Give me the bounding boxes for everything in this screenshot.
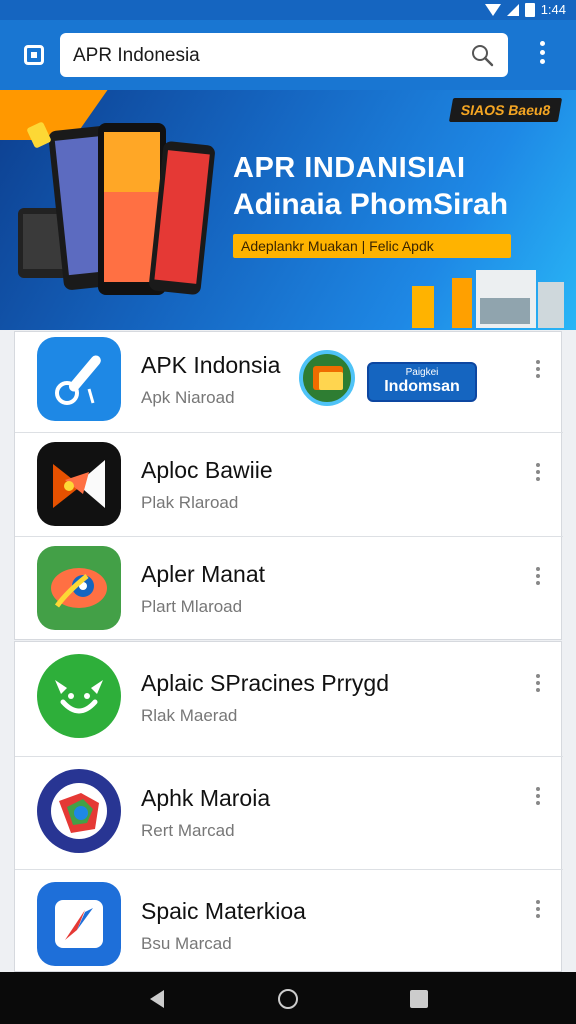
wifi-icon	[484, 3, 501, 16]
more-options-icon[interactable]	[533, 463, 543, 485]
phones-illustration-icon	[18, 122, 215, 295]
app-subtitle: Rert Marcad	[141, 821, 235, 840]
banner-title: APR INDANISIAI	[233, 152, 466, 184]
banner-subtitle: Adinaia PhomSirah	[233, 188, 509, 221]
recents-icon[interactable]	[410, 990, 428, 1008]
battery-icon	[524, 2, 535, 17]
search-icon[interactable]	[470, 43, 494, 67]
app-subtitle: Apk Niaroad	[141, 388, 235, 407]
wrench-app-icon	[37, 337, 121, 421]
app-subtitle: Rlak Maerad	[141, 706, 238, 725]
list-item[interactable]: Aplaic SPracines Prrygd Rlak Maerad	[15, 642, 563, 756]
home-circle-icon[interactable]	[278, 989, 298, 1009]
app-name: Aphk Maroia	[141, 785, 271, 811]
list-item[interactable]: Apler Manat Plart Mlaroad	[15, 536, 563, 641]
app-card-group: APK Indonsia Apk Niaroad Paigkei Indomsa…	[14, 331, 563, 641]
banner-badge: SIAOS Baeu8	[448, 98, 563, 122]
signal-icon	[506, 3, 519, 16]
eye-app-icon	[37, 546, 121, 630]
app-name: Apler Manat	[141, 561, 266, 587]
circle-logo-icon	[299, 350, 355, 406]
promo-small-text: Paigkei	[405, 367, 439, 378]
promo-banner[interactable]: SIAOS Baeu8 APR INDANISIAI Adinaia PhomS…	[0, 90, 576, 330]
compass-app-icon	[37, 882, 121, 966]
more-options-icon[interactable]	[533, 900, 543, 922]
bird-app-icon	[37, 442, 121, 526]
home-icon[interactable]	[24, 45, 44, 65]
smile-app-icon	[37, 654, 121, 738]
map-app-icon	[37, 769, 121, 853]
list-item[interactable]: Aploc Bawiie Plak Rlaroad	[15, 432, 563, 536]
system-nav-bar	[0, 972, 576, 1024]
app-subtitle: Plak Rlaroad	[141, 493, 239, 512]
list-item[interactable]: Spaic Materkioa Bsu Marcad	[15, 869, 563, 973]
back-icon[interactable]	[150, 990, 164, 1008]
promo-big-text: Indomsan	[384, 378, 460, 395]
list-item[interactable]: Aphk Maroia Rert Marcad	[15, 756, 563, 869]
banner-cta-button[interactable]: Adeplankr Muakan | Felic Apdk	[233, 234, 511, 258]
search-query: APR Indonesia	[73, 45, 200, 66]
more-options-icon[interactable]	[533, 674, 543, 696]
app-subtitle: Bsu Marcad	[141, 934, 232, 953]
more-options-icon[interactable]	[533, 787, 543, 809]
app-name: Spaic Materkioa	[141, 898, 306, 924]
status-time: 1:44	[540, 2, 566, 17]
app-subtitle: Plart Mlaroad	[141, 597, 243, 616]
app-bar: APR Indonesia	[0, 20, 576, 90]
app-name: Aplaic SPracines Prrygd	[141, 670, 389, 696]
overflow-menu-icon[interactable]	[532, 41, 552, 69]
app-card-group: Aplaic SPracines Prrygd Rlak Maerad Aphk…	[14, 641, 563, 973]
list-item[interactable]: APK Indonsia Apk Niaroad Paigkei Indomsa…	[15, 332, 563, 432]
boxes-illustration-icon	[412, 270, 564, 328]
app-name: APK Indonsia	[141, 352, 281, 378]
search-input[interactable]: APR Indonesia	[60, 33, 508, 77]
more-options-icon[interactable]	[533, 360, 543, 382]
app-name: Aploc Bawiie	[141, 457, 273, 483]
status-bar: 1:44	[0, 0, 576, 20]
status-icons: 1:44	[484, 2, 566, 17]
more-options-icon[interactable]	[533, 567, 543, 589]
promo-button[interactable]: Paigkei Indomsan	[367, 362, 477, 402]
